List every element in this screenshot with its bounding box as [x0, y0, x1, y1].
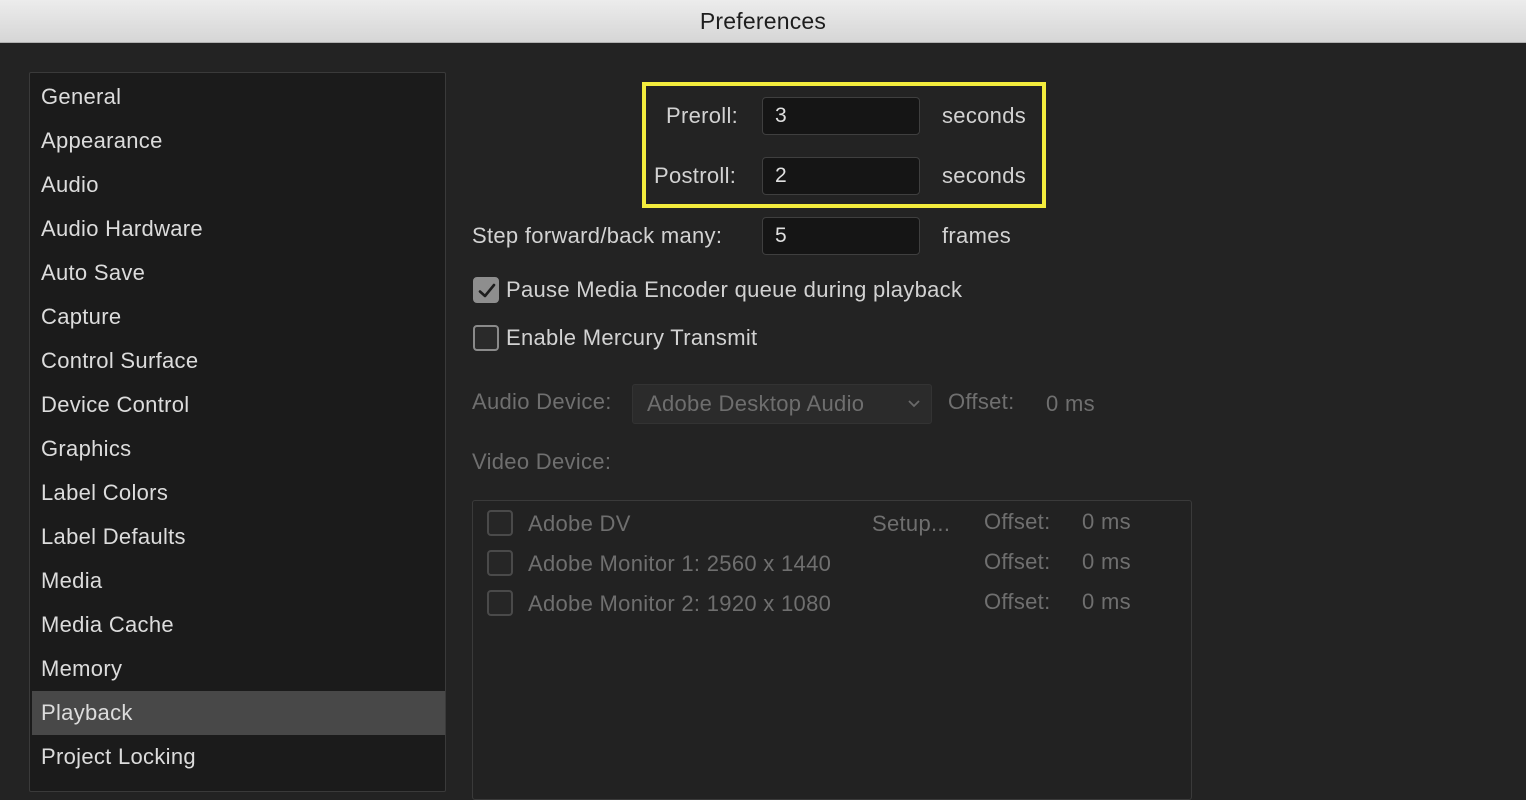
sidebar-item-label-colors[interactable]: Label Colors [32, 471, 445, 515]
sidebar-item-auto-save[interactable]: Auto Save [32, 251, 445, 295]
audio-offset-label: Offset: [948, 389, 1015, 414]
device-name: Adobe Monitor 1: 2560 x 1440 [528, 551, 832, 576]
postroll-unit: seconds [942, 163, 1027, 188]
postroll-label: Postroll: [654, 163, 737, 188]
device-name: Adobe DV [528, 511, 631, 536]
preroll-unit: seconds [942, 103, 1027, 128]
device-offset-value: 0 ms [1082, 589, 1131, 614]
sidebar-item-control-surface[interactable]: Control Surface [32, 339, 445, 383]
device-checkbox-monitor-1[interactable] [487, 550, 513, 576]
sidebar-item-appearance[interactable]: Appearance [32, 119, 445, 163]
device-setup-button[interactable]: Setup... [872, 511, 950, 537]
sidebar-item-general[interactable]: General [32, 75, 445, 119]
sidebar-item-project-locking[interactable]: Project Locking [32, 735, 445, 779]
postroll-input[interactable]: 2 [762, 157, 920, 195]
sidebar-item-memory[interactable]: Memory [32, 647, 445, 691]
device-checkbox-monitor-2[interactable] [487, 590, 513, 616]
sidebar-item-audio-hardware[interactable]: Audio Hardware [32, 207, 445, 251]
audio-device-value: Adobe Desktop Audio [647, 391, 865, 416]
pause-encoder-checkbox[interactable] [473, 277, 499, 303]
audio-offset-value: 0 ms [1046, 391, 1095, 416]
sidebar-item-label-defaults[interactable]: Label Defaults [32, 515, 445, 559]
device-offset-label: Offset: [984, 509, 1051, 534]
audio-device-label: Audio Device: [472, 389, 612, 414]
sidebar-item-graphics[interactable]: Graphics [32, 427, 445, 471]
preroll-input[interactable]: 3 [762, 97, 920, 135]
mercury-transmit-checkbox[interactable] [473, 325, 499, 351]
pause-encoder-label[interactable]: Pause Media Encoder queue during playbac… [506, 277, 962, 303]
sidebar-item-playback[interactable]: Playback [32, 691, 445, 735]
step-many-input[interactable]: 5 [762, 217, 920, 255]
sidebar-item-audio[interactable]: Audio [32, 163, 445, 207]
preferences-category-list[interactable]: General Appearance Audio Audio Hardware … [29, 72, 446, 792]
device-offset-value: 0 ms [1082, 549, 1131, 574]
preroll-label: Preroll: [666, 103, 739, 128]
chevron-down-icon [908, 400, 920, 408]
video-device-list [472, 500, 1192, 800]
step-many-label: Step forward/back many: [472, 223, 723, 248]
device-offset-label: Offset: [984, 589, 1051, 614]
device-offset-value: 0 ms [1082, 509, 1131, 534]
device-offset-label: Offset: [984, 549, 1051, 574]
sidebar-item-device-control[interactable]: Device Control [32, 383, 445, 427]
checkmark-icon [478, 283, 496, 298]
mercury-transmit-label[interactable]: Enable Mercury Transmit [506, 325, 757, 351]
sidebar-item-media[interactable]: Media [32, 559, 445, 603]
sidebar-item-capture[interactable]: Capture [32, 295, 445, 339]
step-many-unit: frames [942, 223, 1012, 248]
device-checkbox-adobe-dv[interactable] [487, 510, 513, 536]
video-device-label: Video Device: [472, 449, 612, 474]
device-name: Adobe Monitor 2: 1920 x 1080 [528, 591, 832, 616]
sidebar-item-media-cache[interactable]: Media Cache [32, 603, 445, 647]
window-title: Preferences [699, 7, 827, 34]
audio-device-select[interactable]: Adobe Desktop Audio [632, 384, 932, 424]
window-titlebar: Preferences [0, 0, 1526, 43]
